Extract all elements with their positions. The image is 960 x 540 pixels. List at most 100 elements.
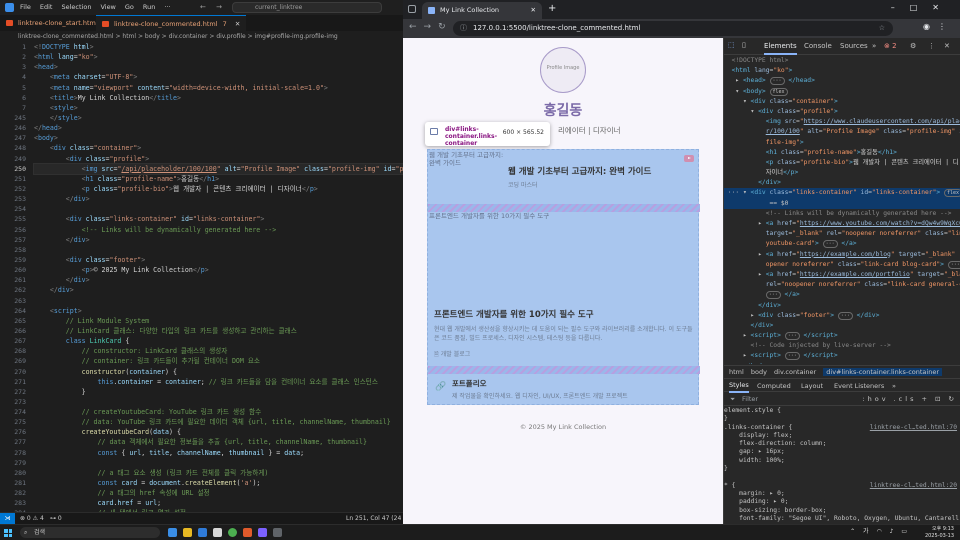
app-purple-icon[interactable] bbox=[258, 528, 267, 537]
kebab-menu-icon[interactable]: ⋮ bbox=[928, 42, 935, 50]
command-center-search[interactable]: current_linktree bbox=[232, 2, 382, 13]
menu-view[interactable]: View bbox=[100, 3, 115, 11]
new-tab-icon[interactable]: + bbox=[548, 3, 556, 14]
dom-node[interactable]: 자이너</p> bbox=[724, 168, 960, 178]
style-rule-line[interactable]: box-sizing: border-box; bbox=[724, 507, 960, 515]
dom-node[interactable]: ▸ <div class="footer"> ··· </div> bbox=[724, 311, 960, 321]
close-devtools-icon[interactable]: ✕ bbox=[944, 42, 950, 50]
dom-node[interactable]: ▾ <div class="profile"> bbox=[724, 107, 960, 117]
problems-indicator[interactable]: ⊗ 0 ⚠ 4 bbox=[20, 513, 44, 524]
style-rule-line[interactable]: margin: ▸ 0; bbox=[724, 490, 960, 498]
nav-arrows-icon[interactable]: ← → bbox=[200, 3, 226, 11]
menu-edit[interactable]: Edit bbox=[40, 3, 53, 11]
dom-node[interactable]: file-img"> bbox=[724, 138, 960, 148]
menu-more[interactable]: ··· bbox=[164, 3, 170, 11]
bookmark-star-icon[interactable]: ☆ bbox=[879, 21, 885, 36]
dom-node[interactable]: ▸ <a href="https://example.com/blog" tar… bbox=[724, 250, 960, 260]
dom-tree[interactable]: <!DOCTYPE html> <html lang="ko"> ▸ <head… bbox=[724, 56, 960, 364]
portfolio-card[interactable]: 🔗 포트폴리오 제 작업물을 확인하세요. 웹 디자인, UI/UX, 프론트엔… bbox=[428, 374, 700, 404]
styles-pane[interactable]: element.style {} .links-container {linktr… bbox=[724, 407, 960, 524]
style-rule-line[interactable] bbox=[724, 473, 960, 481]
dom-node[interactable]: <!-- Code injected by live-server --> bbox=[724, 341, 960, 351]
dom-node[interactable]: <h1 class="profile-name">홍길동</h1> bbox=[724, 148, 960, 158]
style-source-link[interactable]: linktree-cl…ted.html:70 bbox=[870, 424, 957, 432]
dom-node[interactable]: ▸ <script> ··· </script> bbox=[724, 331, 960, 341]
style-rule-line[interactable]: padding: ▸ 0; bbox=[724, 498, 960, 506]
breadcrumb[interactable]: linktree-clone_commented.html > html > b… bbox=[0, 31, 403, 42]
tab-sources[interactable]: Sources bbox=[840, 42, 868, 50]
remote-icon[interactable]: ⋊ bbox=[0, 513, 15, 524]
style-rule-line[interactable]: width: 100%; bbox=[724, 457, 960, 465]
address-bar[interactable]: ⓘ 127.0.0.1:5500/linktree-clone_commente… bbox=[453, 21, 893, 36]
app-red-icon[interactable] bbox=[243, 528, 252, 537]
dom-node[interactable]: r/100/100" alt="Profile Image" class="pr… bbox=[724, 127, 960, 137]
menu-file[interactable]: File bbox=[20, 3, 31, 11]
nav-back-forward-reload-icon[interactable]: ←→↻ bbox=[409, 22, 453, 32]
dom-node[interactable]: rel="noopener noreferrer" class="link-ca… bbox=[724, 280, 960, 290]
app-notes-icon[interactable] bbox=[213, 528, 222, 537]
crumb-links-container[interactable]: div#links-container.links-container bbox=[823, 368, 943, 376]
app-grey-icon[interactable] bbox=[273, 528, 282, 537]
dom-node[interactable]: youtube-card"> ··· </a> bbox=[724, 239, 960, 249]
subtab-computed[interactable]: Computed bbox=[757, 379, 791, 393]
profile-menu-icons[interactable]: ◉⋮ bbox=[923, 22, 954, 31]
ports-indicator[interactable]: ⊶ 0 bbox=[50, 513, 62, 524]
dom-node-selected[interactable]: ··· ▾ <div class="links-container" id="l… bbox=[724, 188, 960, 199]
start-button-icon[interactable] bbox=[4, 529, 12, 537]
tab-elements[interactable]: Elements bbox=[764, 42, 797, 55]
dom-node[interactable]: <html lang="ko"> bbox=[724, 66, 960, 76]
taskbar-search[interactable]: ⌕ 검색 bbox=[20, 527, 160, 538]
dom-node[interactable]: <!DOCTYPE html> bbox=[724, 56, 960, 66]
style-rule-line[interactable]: } bbox=[724, 415, 960, 423]
dom-node-selected[interactable]: == $0 bbox=[724, 198, 960, 209]
cursor-position[interactable]: Ln 251, Col 47 (24 sele bbox=[346, 513, 403, 524]
style-rule-line[interactable]: .links-container {linktree-cl…ted.html:7… bbox=[724, 424, 960, 432]
style-rule-line[interactable]: font-family: "Segoe UI", Roboto, Oxygen,… bbox=[724, 515, 960, 523]
settings-gear-icon[interactable]: ⚙ bbox=[910, 42, 916, 50]
inspect-element-icon[interactable]: ⬚ bbox=[728, 41, 735, 49]
dom-node[interactable]: ▾ <body> flex bbox=[724, 87, 960, 97]
style-rule-line[interactable]: element.style { bbox=[724, 407, 960, 415]
subtab-event-listeners[interactable]: Event Listeners bbox=[834, 379, 884, 393]
app-vscode-icon[interactable] bbox=[198, 528, 207, 537]
crumb-body[interactable]: body bbox=[751, 368, 767, 376]
crumb-html[interactable]: html bbox=[729, 368, 744, 376]
tab-console[interactable]: Console bbox=[804, 42, 832, 50]
window-controls[interactable]: –□✕ bbox=[891, 3, 954, 12]
dom-node[interactable]: </div> bbox=[724, 321, 960, 331]
subtab-layout[interactable]: Layout bbox=[801, 379, 823, 393]
app-explorer-icon[interactable] bbox=[168, 528, 177, 537]
dom-node[interactable]: </div> bbox=[724, 178, 960, 188]
style-tools[interactable]: :hov .cls + ⊡ ↻ bbox=[862, 393, 957, 406]
system-tray[interactable]: ⌃ 가 ◠ ♪ ▭ 오후 9:13 2025-03-13 bbox=[850, 526, 954, 539]
tab-search-icon[interactable] bbox=[408, 5, 416, 13]
dom-node[interactable]: ▸ <a href="https://example.com/portfolio… bbox=[724, 270, 960, 280]
style-rule-line[interactable]: * {linktree-cl…ted.html:20 bbox=[724, 482, 960, 490]
dom-node[interactable]: ▸ <head> ··· </head> bbox=[724, 76, 960, 86]
dom-node[interactable]: <!-- Links will be dynamically generated… bbox=[724, 209, 960, 219]
style-source-link[interactable]: linktree-cl…ted.html:20 bbox=[870, 482, 957, 490]
menu-selection[interactable]: Selection bbox=[61, 3, 91, 11]
subtab-styles[interactable]: Styles bbox=[729, 379, 749, 393]
tab-commented-html[interactable]: linktree-clone_commented.html 7 ✕ bbox=[96, 15, 247, 31]
dom-node[interactable]: <img src="https://www.claudeusercontent.… bbox=[724, 117, 960, 127]
close-icon[interactable]: ✕ bbox=[531, 2, 536, 19]
style-rule-line[interactable]: gap: ▸ 16px; bbox=[724, 448, 960, 456]
style-rule-line[interactable]: flex-direction: column; bbox=[724, 440, 960, 448]
menu-run[interactable]: Run bbox=[143, 3, 155, 11]
styles-filter[interactable]: ⏷ Filter :hov .cls + ⊡ ↻ bbox=[724, 393, 960, 406]
dom-node[interactable]: ▾ <div class="container"> bbox=[724, 97, 960, 107]
dom-node[interactable]: ··· </a> bbox=[724, 290, 960, 300]
close-icon[interactable]: ✕ bbox=[235, 20, 240, 28]
error-count-badge[interactable]: ⊗ 2 bbox=[884, 42, 897, 50]
site-info-icon[interactable]: ⓘ bbox=[460, 21, 467, 36]
dom-node[interactable]: </div> bbox=[724, 301, 960, 311]
browser-tab-active[interactable]: My Link Collection ✕ bbox=[422, 2, 542, 19]
dom-node[interactable]: ▸ <a href="https://www.youtube.com/watch… bbox=[724, 219, 960, 229]
style-rule-line[interactable]: } bbox=[724, 465, 960, 473]
dom-node[interactable]: opener noreferrer" class="link-card blog… bbox=[724, 260, 960, 270]
style-rule-line[interactable]: display: flex; bbox=[724, 432, 960, 440]
menu-go[interactable]: Go bbox=[125, 3, 134, 11]
app-chrome-icon[interactable] bbox=[228, 528, 237, 537]
dom-node[interactable]: <p class="profile-bio">웹 개발자 | 콘텐츠 크리에이터… bbox=[724, 158, 960, 168]
